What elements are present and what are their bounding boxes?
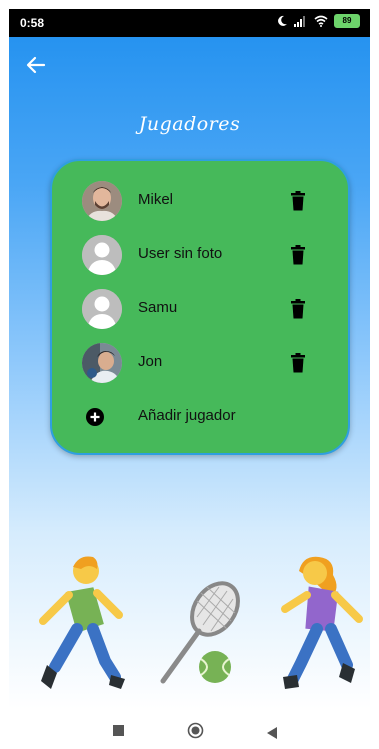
home-circle-icon[interactable]: [187, 722, 204, 743]
runner-girl-icon: [281, 556, 363, 689]
runner-boy-icon: [39, 556, 125, 689]
status-time: 0:58: [20, 16, 45, 30]
status-bar: 0:58 89: [9, 9, 370, 37]
person-photo-icon: [82, 343, 122, 383]
person-photo-icon: [82, 181, 122, 221]
back-triangle-icon[interactable]: [267, 724, 277, 743]
player-avatar-default: [82, 235, 122, 275]
wifi-icon: [314, 15, 328, 27]
back-arrow-icon[interactable]: [25, 54, 47, 76]
plus-circle-icon: [86, 408, 104, 426]
player-name: Mikel: [138, 191, 174, 208]
system-nav-bar: [0, 709, 379, 749]
player-row[interactable]: User sin foto: [52, 231, 348, 279]
default-user-icon: [82, 235, 122, 275]
player-avatar-photo: [82, 181, 122, 221]
page-title: Jugadores: [138, 113, 241, 135]
players-card: Mikel User sin foto Samu Jon Añadir juga…: [50, 159, 350, 455]
player-row[interactable]: Samu: [52, 285, 348, 333]
trash-icon[interactable]: [290, 245, 306, 265]
battery-icon: 89: [334, 14, 360, 28]
tennis-ball-icon: [199, 651, 231, 683]
player-row[interactable]: Jon: [52, 339, 348, 387]
player-avatar-default: [82, 289, 122, 329]
trash-icon[interactable]: [290, 353, 306, 373]
signal-icon: [294, 16, 305, 27]
recents-square-icon[interactable]: [113, 725, 124, 736]
add-player-label: Añadir jugador: [138, 407, 236, 424]
status-icons: 89: [276, 14, 360, 28]
player-name: Samu: [138, 299, 178, 316]
player-row[interactable]: Mikel: [52, 177, 348, 225]
app-screen: 0:58 89 Jugadores Mikel User sin foto Sa…: [9, 9, 370, 709]
player-name: Jon: [138, 353, 163, 370]
trash-icon[interactable]: [290, 191, 306, 211]
trash-icon[interactable]: [290, 299, 306, 319]
player-name: User sin foto: [138, 245, 223, 262]
moon-icon: [278, 15, 287, 26]
add-player-button[interactable]: Añadir jugador: [52, 393, 348, 441]
default-user-icon: [82, 289, 122, 329]
player-avatar-photo: [82, 343, 122, 383]
